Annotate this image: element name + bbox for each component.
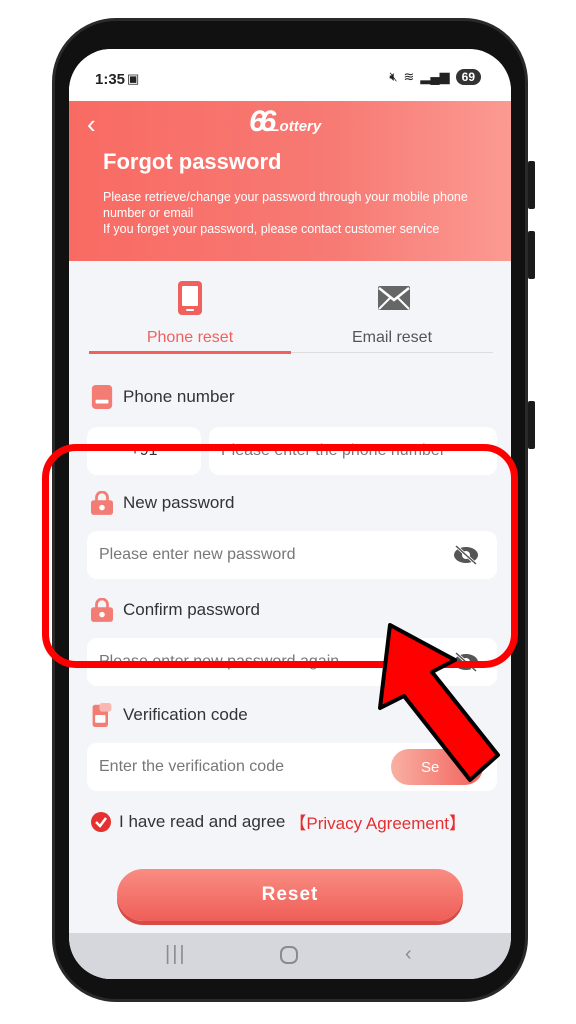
label-text: Verification code xyxy=(123,705,248,724)
android-nav-bar: ||| ‹ xyxy=(69,933,511,979)
active-tab-indicator xyxy=(89,351,291,354)
signal-icon: ▂▄▆ xyxy=(420,69,450,84)
status-bar: 1:35 ▣ 🔇︎ ≋ ▂▄▆ 69 xyxy=(69,49,511,101)
verification-code-label: Verification code xyxy=(91,701,248,729)
tab-email-reset[interactable]: Email reset xyxy=(291,271,493,355)
envelope-icon xyxy=(378,286,410,310)
logo-number: 66 xyxy=(249,105,276,138)
logo-word: Lottery xyxy=(270,118,322,135)
checkbox-checked-icon[interactable] xyxy=(91,811,111,832)
description: Please retrieve/change your password thr… xyxy=(103,189,511,237)
recent-apps-icon[interactable]: ||| xyxy=(165,943,187,966)
side-button xyxy=(528,231,535,279)
home-icon[interactable] xyxy=(279,945,299,965)
reset-button[interactable]: Reset xyxy=(117,869,463,921)
agreement-text: I have read and agree xyxy=(119,811,286,831)
phone-number-label: Phone number xyxy=(91,383,235,411)
description-line: If you forget your password, please cont… xyxy=(103,222,440,236)
screenshot-icon: ▣ xyxy=(127,71,140,86)
back-icon[interactable]: ‹ xyxy=(405,943,412,966)
side-button xyxy=(528,161,535,209)
logo: 66Lottery xyxy=(249,105,321,139)
header-banner: ‹ 66Lottery Forgot password Please retri… xyxy=(69,101,511,261)
side-button xyxy=(528,401,535,449)
tab-label: Phone reset xyxy=(146,329,234,346)
description-line: Please retrieve/change your password thr… xyxy=(103,190,468,220)
verification-placeholder: Enter the verification code xyxy=(99,758,284,775)
wifi-icon: ≋ xyxy=(403,69,415,84)
status-time: 1:35 xyxy=(95,71,126,88)
status-icons: 🔇︎ ≋ ▂▄▆ 69 xyxy=(389,69,481,85)
chevron-left-icon[interactable]: ‹ xyxy=(87,109,96,140)
battery-level: 69 xyxy=(455,69,481,85)
label-text: Phone number xyxy=(123,387,235,406)
page-title: Forgot password xyxy=(103,149,282,174)
mute-icon: 🔇︎ xyxy=(389,69,398,84)
agreement-row[interactable]: I have read and agree 【Privacy Agreement… xyxy=(91,809,466,834)
phone-icon xyxy=(91,385,113,409)
phone-message-icon xyxy=(92,703,112,727)
tab-phone-reset[interactable]: Phone reset xyxy=(89,271,291,355)
reset-tabs: Phone reset Email reset xyxy=(89,271,493,355)
phone-icon xyxy=(178,281,202,315)
annotation-arrow-icon xyxy=(378,623,500,782)
tab-label: Email reset xyxy=(351,329,433,346)
privacy-agreement-link[interactable]: 【Privacy Agreement】 xyxy=(289,809,466,834)
